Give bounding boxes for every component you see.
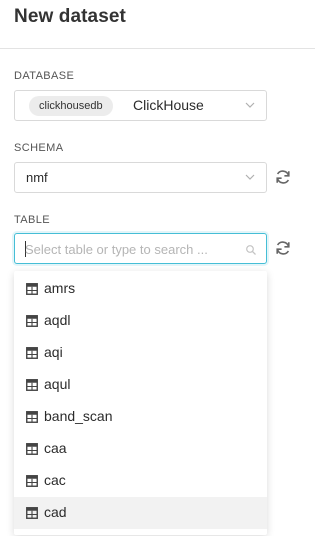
- table-icon: [26, 379, 38, 391]
- search-icon: [245, 243, 257, 255]
- table-option-label: cad: [44, 504, 67, 520]
- chevron-down-icon: [244, 171, 256, 183]
- table-option[interactable]: cac: [14, 465, 267, 497]
- page-title: New dataset: [14, 6, 126, 27]
- database-label: DATABASE: [14, 70, 75, 82]
- table-option-label: caa: [44, 440, 67, 456]
- chevron-down-icon: [244, 99, 256, 111]
- table-option-label: band_scan: [44, 408, 113, 424]
- table-label: TABLE: [14, 214, 51, 226]
- schema-value: nmf: [26, 170, 48, 185]
- table-option-label: aqi: [44, 344, 63, 360]
- table-icon: [26, 283, 38, 295]
- table-icon: [26, 315, 38, 327]
- refresh-table-icon[interactable]: [274, 239, 292, 257]
- table-option[interactable]: aqul: [14, 369, 267, 401]
- table-option-label: aqul: [44, 376, 71, 392]
- table-option-label: aqdl: [44, 312, 71, 328]
- table-search-input[interactable]: [25, 239, 240, 259]
- table-option[interactable]: band_scan: [14, 401, 267, 433]
- schema-select[interactable]: nmf: [14, 162, 267, 193]
- table-option-label: cac: [44, 472, 66, 488]
- table-options-dropdown: amrs aqdl aqi aqul band_scan caa cac cad: [14, 271, 267, 535]
- table-icon: [26, 507, 38, 519]
- table-icon: [26, 411, 38, 423]
- page-header: New dataset: [0, 0, 315, 49]
- schema-label: SCHEMA: [14, 142, 64, 154]
- database-type-tag: clickhousedb: [29, 96, 113, 116]
- table-icon: [26, 347, 38, 359]
- table-option[interactable]: aqdl: [14, 305, 267, 337]
- table-option[interactable]: amrs: [14, 273, 267, 305]
- refresh-schema-icon[interactable]: [274, 168, 292, 186]
- database-select[interactable]: clickhousedb ClickHouse: [14, 90, 267, 121]
- table-option[interactable]: caa: [14, 433, 267, 465]
- table-option[interactable]: aqi: [14, 337, 267, 369]
- table-option-highlighted[interactable]: cad: [14, 497, 267, 529]
- table-option-label: amrs: [44, 280, 76, 296]
- table-icon: [26, 475, 38, 487]
- database-name: ClickHouse: [133, 97, 204, 113]
- table-icon: [26, 443, 38, 455]
- table-search-select[interactable]: [14, 233, 267, 264]
